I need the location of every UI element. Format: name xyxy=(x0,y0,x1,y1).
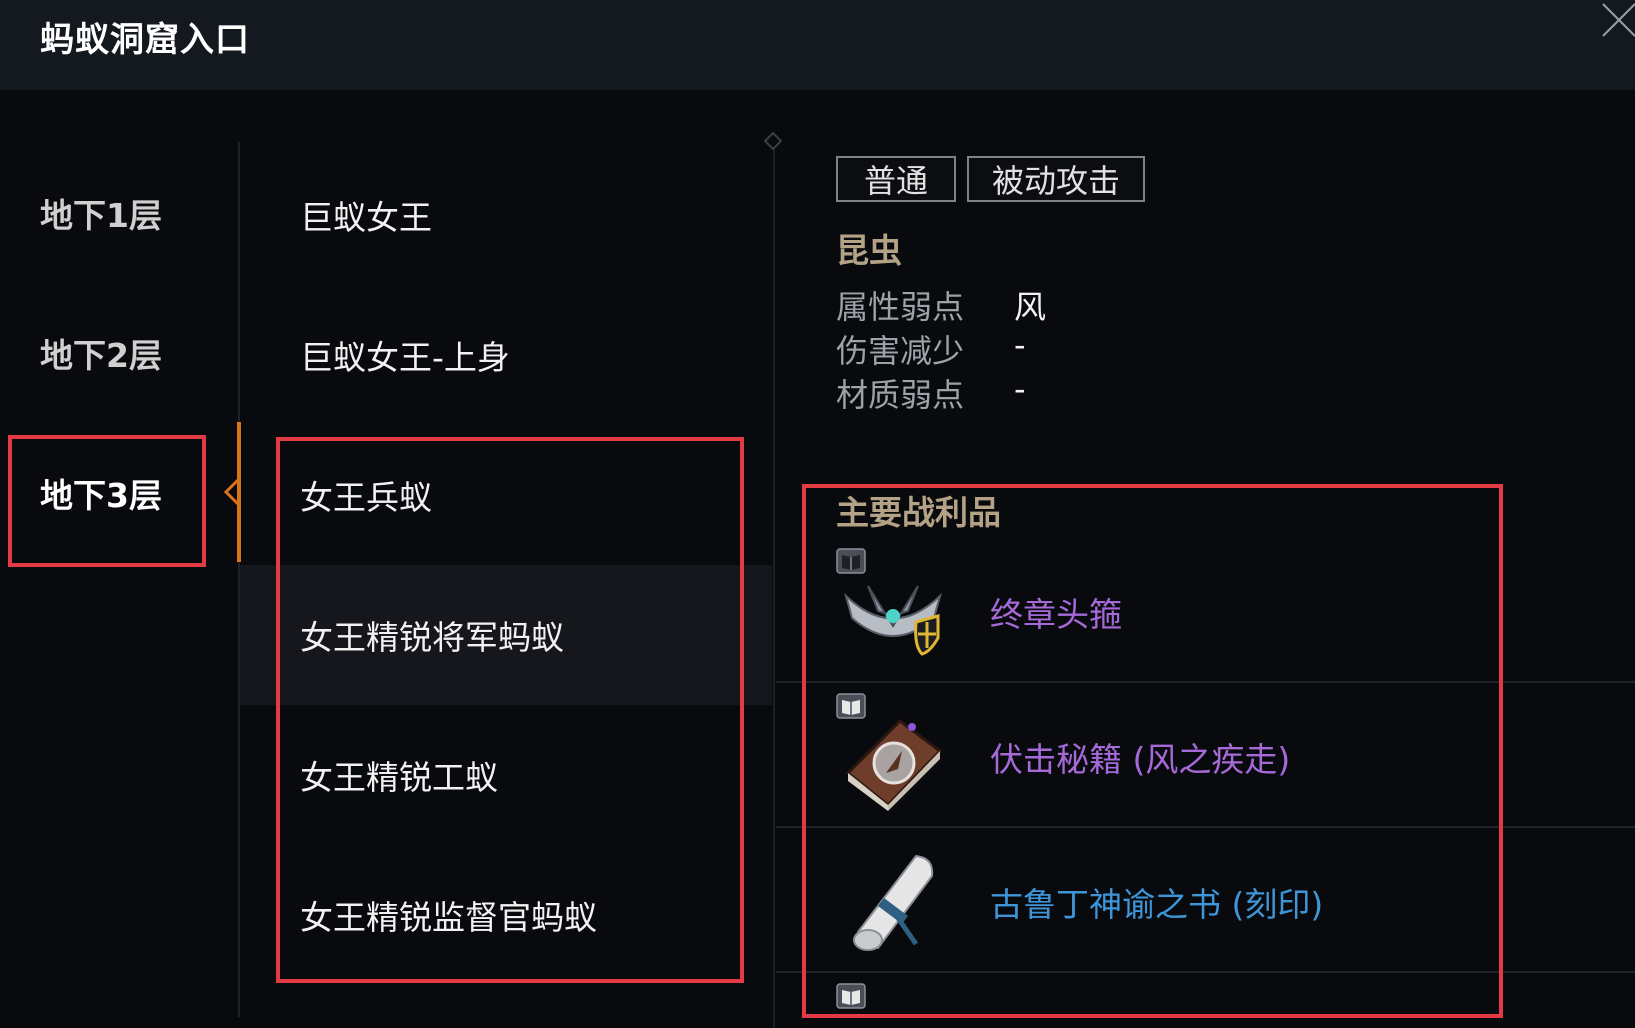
close-button[interactable] xyxy=(1595,0,1635,40)
monster-type: 昆虫 xyxy=(836,231,902,270)
close-icon xyxy=(1602,3,1635,37)
book-badge-icon xyxy=(836,983,866,1009)
diamond-ornament-icon xyxy=(764,132,782,150)
window-title: 蚂蚁洞窟入口 xyxy=(40,20,250,60)
loot-name: 伏击秘籍 (风之疾走) xyxy=(990,740,1291,779)
column-divider xyxy=(773,140,775,1028)
main-loot-title: 主要战利品 xyxy=(836,493,1001,532)
damage-reduction-label: 伤害减少 xyxy=(836,332,965,370)
monster-item-queen-elite-overseer-ant[interactable]: 女王精锐监督官蚂蚁 xyxy=(240,845,772,985)
material-weakness-value: - xyxy=(1014,370,1026,408)
loot-item[interactable]: 伏击秘籍 (风之疾走) xyxy=(776,683,1635,828)
title-bar: 蚂蚁洞窟入口 xyxy=(0,0,1635,90)
monster-item-queen-elite-worker-ant[interactable]: 女王精锐工蚁 xyxy=(240,705,772,845)
monster-item-giant-ant-queen-upper[interactable]: 巨蚁女王-上身 xyxy=(240,285,772,425)
floor-item-1[interactable]: 地下1层 xyxy=(10,148,204,278)
monster-item-queen-soldier-ant[interactable]: 女王兵蚁 xyxy=(240,425,772,565)
circlet-icon xyxy=(844,585,942,656)
damage-reduction-value: - xyxy=(1014,326,1026,364)
tag-passive-attack: 被动攻击 xyxy=(967,156,1145,202)
monster-item-queen-elite-general-ant[interactable]: 女王精锐将军蚂蚁 xyxy=(240,565,772,705)
loot-item[interactable]: 终章头箍 xyxy=(776,538,1635,683)
loot-item[interactable]: 古鲁丁神谕之书 (刻印) xyxy=(776,828,1635,973)
floor-item-3[interactable]: 地下3层 xyxy=(10,428,204,558)
floor-item-2[interactable]: 地下2层 xyxy=(10,288,204,418)
monster-item-giant-ant-queen[interactable]: 巨蚁女王 xyxy=(240,145,772,285)
loot-name: 古鲁丁神谕之书 (刻印) xyxy=(990,885,1324,924)
loot-name: 终章头箍 xyxy=(990,595,1122,634)
scroll-icon xyxy=(853,854,934,951)
tag-normal: 普通 xyxy=(836,156,956,202)
attribute-weakness-value: 风 xyxy=(1014,288,1047,326)
material-weakness-label: 材质弱点 xyxy=(836,376,965,414)
attribute-weakness-label: 属性弱点 xyxy=(836,288,965,326)
book-icon xyxy=(845,719,943,811)
chevron-left-icon xyxy=(223,478,240,506)
